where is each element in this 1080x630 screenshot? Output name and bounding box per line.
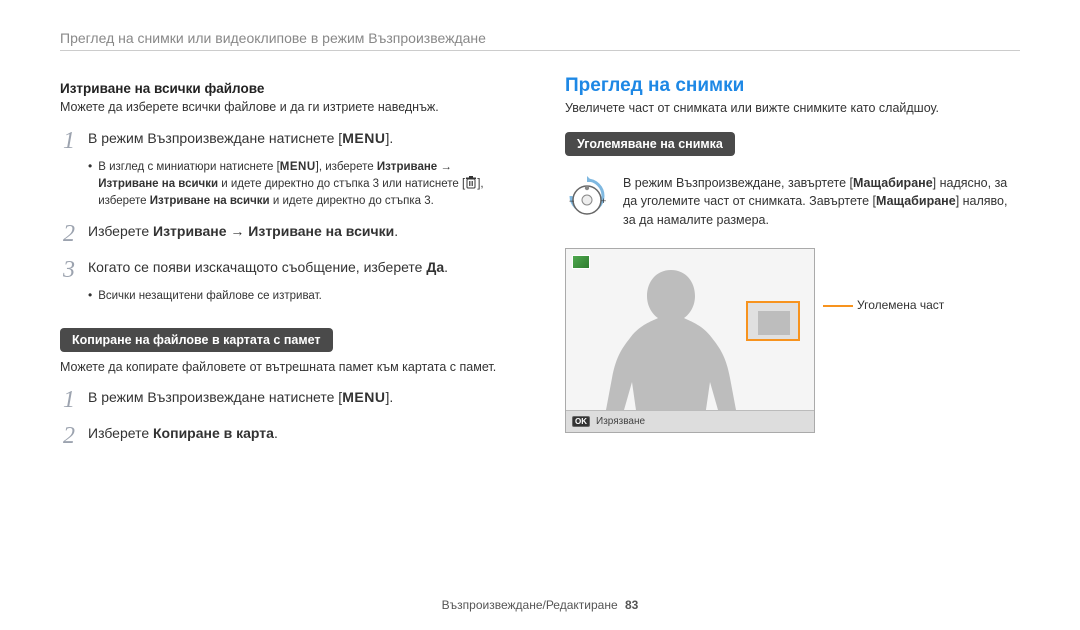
text: и идете директно до стъпка 3 или натисне… [218,178,465,190]
delete-all-heading: Изтриване на всички файлове [60,81,515,96]
text: Изберете [88,223,153,239]
sub-bullet: • Всички незащитени файлове се изтриват. [88,288,515,305]
step-number: 2 [60,222,78,246]
bold-text: Изтриване на всички [248,223,394,239]
bold-text: Изтриване [377,161,437,173]
page-root: Преглед на снимки или видеоклипове в реж… [0,0,1080,630]
step-number: 2 [60,424,78,448]
divider [60,50,1020,51]
page-number: 83 [625,598,638,612]
bold-text: Изтриване на всички [150,195,270,207]
step-number: 1 [60,129,78,153]
copy-step-1: 1 В режим Възпроизвеждане натиснете [MEN… [60,388,515,412]
preview-footer-label: Изрязване [596,416,645,427]
text: ]. [385,130,393,146]
footer-text: Възпроизвеждане/Редактиране [442,598,618,612]
left-column: Изтриване на всички файлове Можете да из… [60,75,515,448]
svg-text:−: − [569,196,574,206]
text: Изберете [88,425,153,441]
text: ], изберете [316,161,377,173]
text: . [394,223,398,239]
text: . [444,259,448,275]
copy-step-2: 2 Изберете Копиране в карта. [60,424,515,448]
ok-badge-icon: OK [572,416,590,427]
silhouette-image [606,265,736,410]
step-text: Когато се появи изскачащото съобщение, и… [88,258,515,278]
delete-step-3: 3 Когато се появи изскачащото съобщение,… [60,258,515,282]
svg-text:+: + [601,196,606,206]
bullet-icon: • [88,159,92,211]
bold-text: Изтриване на всички [98,178,218,190]
section-title: Преглед на снимки [565,75,1020,97]
text: В режим Възпроизвеждане, завъртете [ [623,176,853,190]
inset-inner [758,311,790,335]
menu-label: MENU [342,389,385,405]
bold-text: Копиране в карта [153,425,274,441]
sub-bullet: • В изглед с миниатюри натиснете [MENU],… [88,159,515,211]
step-text: В режим Възпроизвеждане натиснете [MENU]… [88,129,515,149]
breadcrumb: Преглед на снимки или видеоклипове в реж… [60,30,1020,46]
bullet-text: В изглед с миниатюри натиснете [MENU], и… [98,159,515,211]
callout: Уголемена част [823,298,944,312]
text: → [437,161,452,173]
step-text: Изберете Изтриване → Изтриване на всички… [88,222,515,242]
bold-text: Мащабиране [876,194,956,208]
callout-line [823,305,853,307]
zoom-pill: Уголемяване на снимка [565,132,735,156]
text: В режим Възпроизвеждане натиснете [ [88,389,342,405]
delete-step-2: 2 Изберете Изтриване → Изтриване на всич… [60,222,515,246]
preview-screen: OK Изрязване [565,248,815,433]
menu-label: MENU [280,161,316,173]
text: → [227,223,249,239]
step-number: 3 [60,258,78,282]
delete-all-desc: Можете да изберете всички файлове и да г… [60,99,515,117]
text: ]. [385,389,393,405]
step-number: 1 [60,388,78,412]
zoom-dial-icon: − + [565,174,609,227]
text: . [274,425,278,441]
bullet-icon: • [88,288,92,305]
zoom-block: − + В режим Възпроизвеждане, завъртете [… [565,174,1020,230]
right-column: Преглед на снимки Увеличете част от сним… [565,75,1020,448]
zoom-inset [746,301,800,341]
bold-text: Мащабиране [853,176,933,190]
menu-label: MENU [342,130,385,146]
text: В режим Възпроизвеждане натиснете [ [88,130,342,146]
copy-desc: Можете да копирате файловете от вътрешна… [60,359,515,377]
bullet-text: Всички незащитени файлове се изтриват. [98,288,322,305]
picture-icon [572,255,590,269]
bold-text: Изтриване [153,223,227,239]
delete-step-1: 1 В режим Възпроизвеждане натиснете [MEN… [60,129,515,153]
text: и идете директно до стъпка 3. [270,195,434,207]
bold-text: Да [426,259,444,275]
preview-wrap: OK Изрязване Уголемена част [565,248,1020,433]
content-columns: Изтриване на всички файлове Можете да из… [60,75,1020,448]
page-footer: Възпроизвеждане/Редактиране 83 [0,598,1080,612]
text: В изглед с миниатюри натиснете [ [98,161,280,173]
step-text: Изберете Копиране в карта. [88,424,515,444]
trash-icon [465,176,477,189]
zoom-text: В режим Възпроизвеждане, завъртете [Маща… [623,174,1020,230]
text: Когато се появи изскачащото съобщение, и… [88,259,426,275]
section-desc: Увеличете част от снимката или вижте сни… [565,100,1020,118]
callout-label: Уголемена част [857,298,944,312]
preview-footer-bar: OK Изрязване [566,410,814,432]
step-text: В режим Възпроизвеждане натиснете [MENU]… [88,388,515,408]
copy-files-pill: Копиране на файлове в картата с памет [60,328,333,352]
